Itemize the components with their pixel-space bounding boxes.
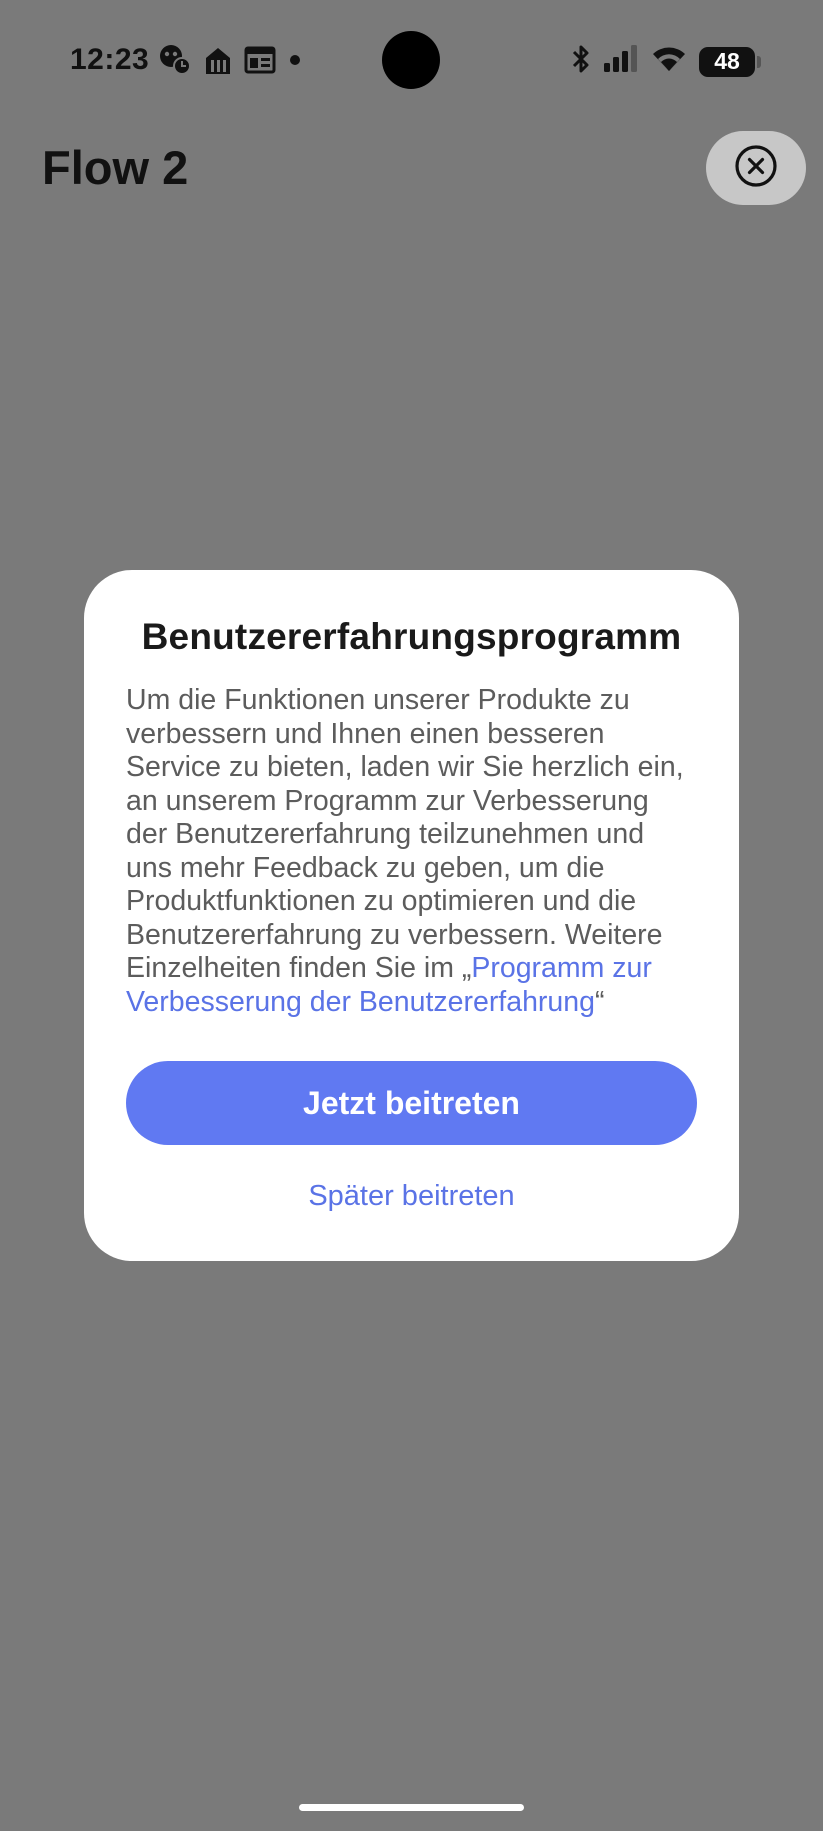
news-icon: [244, 46, 276, 74]
join-now-button[interactable]: Jetzt beitreten: [126, 1061, 697, 1145]
close-button[interactable]: [706, 131, 806, 205]
home-indicator[interactable]: [299, 1804, 524, 1811]
join-later-button[interactable]: Später beitreten: [302, 1179, 520, 1214]
dialog-body-suffix: “: [594, 985, 605, 1018]
status-bar: 12:23 48: [0, 0, 823, 120]
dialog-title: Benutzererfahrungsprogramm: [141, 616, 682, 657]
user-experience-dialog: Benutzererfahrungsprogramm Um die Funkti…: [84, 570, 739, 1261]
status-time: 12:23: [70, 43, 150, 76]
wifi-icon: [651, 45, 687, 78]
food-delivery-icon: [202, 44, 234, 76]
dialog-body: Um die Funktionen unserer Produkte zu ve…: [126, 684, 697, 1019]
bluetooth-icon: [571, 44, 591, 79]
game-notification-icon: [158, 44, 192, 76]
notification-icons: [158, 44, 304, 76]
dialog-body-text: Um die Funktionen unserer Produkte zu ve…: [126, 684, 684, 984]
signal-icon: [603, 45, 639, 78]
more-dot-icon: [286, 51, 304, 69]
front-camera: [382, 31, 440, 89]
system-status-icons: 48: [571, 44, 761, 79]
page-title: Flow 2: [42, 141, 189, 194]
battery-icon: 48: [699, 46, 761, 77]
close-circle-icon: [734, 144, 778, 193]
